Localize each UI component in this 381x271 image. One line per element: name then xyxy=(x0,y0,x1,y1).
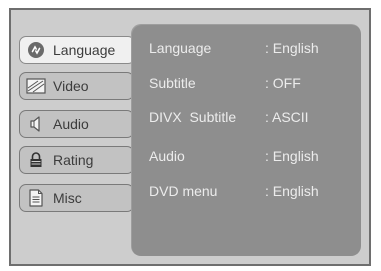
tab-rating[interactable]: Rating xyxy=(19,146,134,174)
setting-row-audio[interactable]: Audio : English xyxy=(149,148,354,168)
tab-language-label: Language xyxy=(53,42,116,58)
setting-value: : OFF xyxy=(265,75,301,91)
tab-misc-label: Misc xyxy=(53,190,82,206)
setting-key: DVD menu xyxy=(149,183,218,199)
lock-icon xyxy=(26,151,46,169)
video-icon xyxy=(26,77,46,95)
setting-key: Subtitle xyxy=(149,75,196,91)
setting-row-subtitle[interactable]: Subtitle : OFF xyxy=(149,75,354,95)
tab-video-label: Video xyxy=(53,78,89,94)
setting-value: : English xyxy=(265,148,319,164)
tab-video[interactable]: Video xyxy=(19,72,134,100)
setting-row-language[interactable]: Language : English xyxy=(149,40,354,60)
setting-value: : English xyxy=(265,183,319,199)
tab-misc[interactable]: Misc xyxy=(19,184,134,212)
setting-value: : ASCII xyxy=(265,109,309,125)
setting-key: Language xyxy=(149,40,212,56)
setting-value: : English xyxy=(265,40,319,56)
speaker-icon xyxy=(26,115,46,133)
tab-language[interactable]: Language xyxy=(19,36,135,64)
document-icon xyxy=(26,189,46,207)
setting-key: Audio xyxy=(149,148,185,164)
setting-key: DIVX Subtitle xyxy=(149,109,237,125)
tab-audio-label: Audio xyxy=(53,116,89,132)
tab-rating-label: Rating xyxy=(53,152,94,168)
tab-audio[interactable]: Audio xyxy=(19,110,134,138)
settings-panel: Language : English Subtitle : OFF DIVX S… xyxy=(131,24,361,256)
language-icon xyxy=(26,41,46,59)
setting-row-dvd-menu[interactable]: DVD menu : English xyxy=(149,183,354,203)
setting-row-divx-subtitle[interactable]: DIVX Subtitle : ASCII xyxy=(149,109,354,129)
